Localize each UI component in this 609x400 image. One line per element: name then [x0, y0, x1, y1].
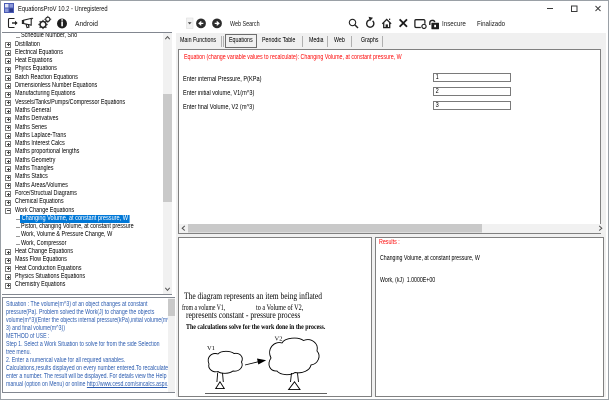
svg-text:V1: V1	[207, 345, 215, 352]
svg-text:V2: V2	[275, 336, 283, 343]
